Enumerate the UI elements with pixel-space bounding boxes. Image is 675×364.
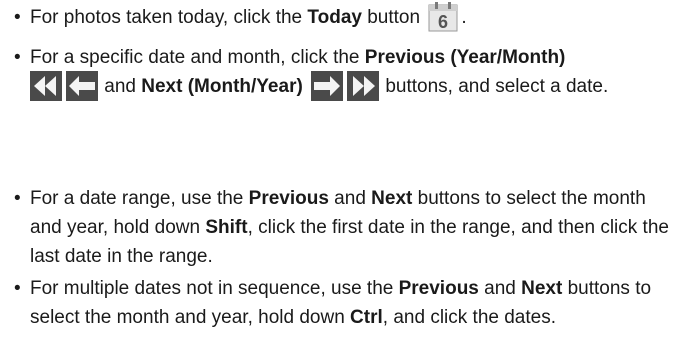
calendar-today-icon: 6 [428, 1, 458, 32]
today-label: Today [307, 7, 362, 28]
next-label: Next [521, 278, 563, 299]
previous-label: Previous [248, 188, 329, 209]
shift-key-label: Shift [205, 217, 248, 238]
instructions-page: • For photos taken today, click the Toda… [0, 0, 675, 364]
previous-label: Previous (Year/Month) [364, 47, 566, 68]
bullet: • [14, 7, 21, 28]
next-label: Next (Month/Year) [141, 76, 303, 97]
right-arrow-icon [311, 70, 344, 101]
bullet: • [14, 47, 21, 68]
item-text: For a date range, use the Previous and N… [30, 188, 669, 267]
bullet: • [14, 278, 21, 299]
list-item: • For a specific date and month, click t… [14, 43, 669, 101]
list-item: • For photos taken today, click the Toda… [14, 1, 669, 32]
list-item: • For a date range, use the Previous and… [14, 184, 669, 271]
list-item: • For multiple dates not in sequence, us… [14, 274, 669, 332]
bullet: • [14, 188, 21, 209]
item-text: For multiple dates not in sequence, use … [30, 278, 652, 328]
today-icon-number: 6 [438, 12, 448, 32]
next-label: Next [371, 188, 413, 209]
previous-label: Previous [398, 278, 479, 299]
ctrl-key-label: Ctrl [350, 307, 383, 328]
double-right-arrow-icon [347, 70, 380, 101]
left-arrow-icon [66, 70, 98, 101]
item-text: For a specific date and month, click the… [14, 43, 669, 101]
item-text: For photos taken today, click the Today … [14, 1, 669, 32]
double-left-arrow-icon [30, 70, 62, 101]
